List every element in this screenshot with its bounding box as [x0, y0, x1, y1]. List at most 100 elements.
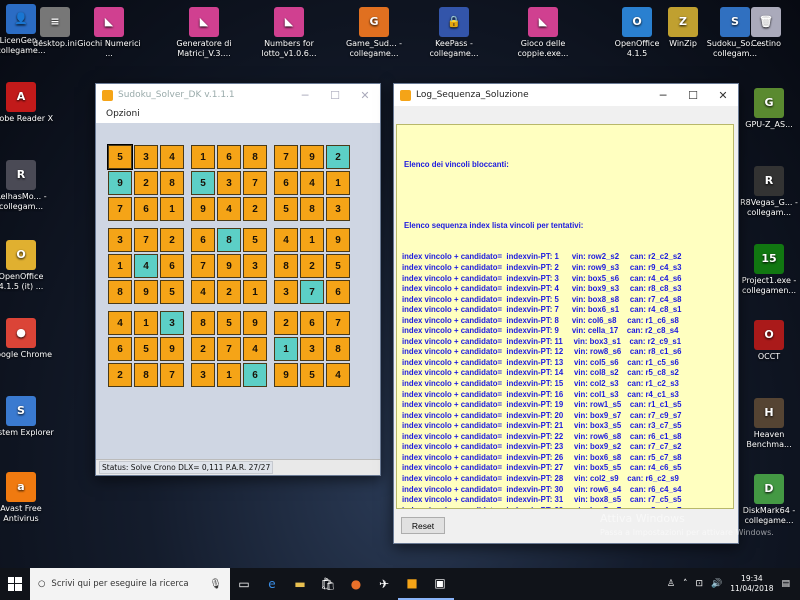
sudoku-cell[interactable]: 3 — [274, 280, 298, 304]
log-text-panel[interactable]: Elenco dei vincoli bloccanti: Elenco seq… — [396, 124, 734, 509]
sudoku-cell[interactable]: 8 — [274, 254, 298, 278]
volume-icon[interactable]: 🔊 — [711, 579, 722, 589]
sudoku-cell[interactable]: 2 — [160, 228, 184, 252]
sudoku-cell[interactable]: 9 — [134, 280, 158, 304]
notification-icon[interactable]: ▤ — [781, 579, 790, 589]
sudoku-cell[interactable]: 4 — [300, 171, 324, 195]
sudoku-cell[interactable]: 9 — [243, 311, 267, 335]
sudoku-cell[interactable]: 1 — [274, 337, 298, 361]
sudoku-cell[interactable]: 4 — [326, 363, 350, 387]
sudoku-cell[interactable]: 9 — [108, 171, 132, 195]
sudoku-cell[interactable]: 4 — [191, 280, 215, 304]
top-icons-desktop-icon[interactable]: ◣ Numbers for lotto_v1.0.6... — [256, 7, 322, 59]
maximize-button[interactable]: ☐ — [678, 84, 708, 106]
close-button[interactable]: ✕ — [708, 84, 738, 106]
sudoku-cell[interactable]: 9 — [274, 363, 298, 387]
top-icons-desktop-icon[interactable]: 🔒 KeePass - collegame... — [421, 7, 487, 59]
sudoku-cell[interactable]: 1 — [160, 197, 184, 221]
sudoku-cell[interactable]: 6 — [243, 363, 267, 387]
sudoku-cell[interactable]: 6 — [274, 171, 298, 195]
app-icon-1[interactable]: ✈ — [370, 568, 398, 600]
people-icon[interactable]: ♙ — [667, 579, 675, 589]
top-icons-desktop-icon[interactable]: ◣ Gioco delle coppie.exe... — [510, 7, 576, 59]
right-icons-desktop-icon[interactable]: O OCCT — [736, 320, 800, 362]
sudoku-cell[interactable]: 8 — [243, 145, 267, 169]
edge-icon[interactable]: e — [258, 568, 286, 600]
sudoku-cell[interactable]: 4 — [217, 197, 241, 221]
sudoku-cell[interactable]: 7 — [217, 337, 241, 361]
left-icons-desktop-icon[interactable]: A Adobe Reader X — [0, 82, 54, 124]
maximize-button[interactable]: ☐ — [320, 84, 350, 106]
minimize-button[interactable]: ─ — [290, 84, 320, 106]
sudoku-taskbar-icon[interactable]: ■ — [398, 568, 426, 600]
sudoku-cell[interactable]: 9 — [160, 337, 184, 361]
left-icons-desktop-icon[interactable]: a Avast Free Antivirus — [0, 472, 54, 524]
sudoku-cell[interactable]: 5 — [191, 171, 215, 195]
sudoku-cell[interactable]: 8 — [191, 311, 215, 335]
sudoku-cell[interactable]: 7 — [191, 254, 215, 278]
sudoku-cell[interactable]: 9 — [326, 228, 350, 252]
sudoku-cell[interactable]: 9 — [300, 145, 324, 169]
close-button[interactable]: ✕ — [350, 84, 380, 106]
top-icons-desktop-icon[interactable]: 🗑 Cestino — [733, 7, 799, 49]
sudoku-cell[interactable]: 4 — [160, 145, 184, 169]
sudoku-cell[interactable]: 7 — [134, 228, 158, 252]
sudoku-cell[interactable]: 8 — [300, 197, 324, 221]
top-icons-desktop-icon[interactable]: ◣ Giochi Numerici ... — [76, 7, 142, 59]
sudoku-cell[interactable]: 5 — [243, 228, 267, 252]
sudoku-cell[interactable]: 5 — [160, 280, 184, 304]
sudoku-cell[interactable]: 9 — [191, 197, 215, 221]
task-view-icon[interactable]: ▭ — [230, 568, 258, 600]
store-icon[interactable]: 🛍 — [314, 568, 342, 600]
sudoku-cell[interactable]: 6 — [326, 280, 350, 304]
sudoku-cell[interactable]: 3 — [217, 171, 241, 195]
sudoku-cell[interactable]: 5 — [274, 197, 298, 221]
sudoku-cell[interactable]: 2 — [191, 337, 215, 361]
sudoku-cell[interactable]: 4 — [274, 228, 298, 252]
sudoku-cell[interactable]: 2 — [217, 280, 241, 304]
sudoku-cell[interactable]: 6 — [191, 228, 215, 252]
sudoku-titlebar[interactable]: Sudoku_Solver_DK v.1.1.1 ─ ☐ ✕ — [96, 84, 380, 106]
sudoku-cell[interactable]: 3 — [243, 254, 267, 278]
sudoku-cell[interactable]: 3 — [326, 197, 350, 221]
sudoku-cell[interactable]: 2 — [274, 311, 298, 335]
log-taskbar-icon[interactable]: ▣ — [426, 568, 454, 600]
sudoku-cell[interactable]: 6 — [300, 311, 324, 335]
sudoku-cell[interactable]: 2 — [108, 363, 132, 387]
sudoku-cell[interactable]: 8 — [134, 363, 158, 387]
sudoku-cell[interactable]: 7 — [160, 363, 184, 387]
sudoku-cell[interactable]: 4 — [108, 311, 132, 335]
sudoku-cell[interactable]: 4 — [243, 337, 267, 361]
left-icons-desktop-icon[interactable]: O OpenOffice 4.1.5 (it) ... — [0, 240, 54, 292]
clock[interactable]: 19:34 11/04/2018 — [730, 574, 773, 594]
right-icons-desktop-icon[interactable]: 15 Project1.exe - collegamen... — [736, 244, 800, 296]
start-button[interactable] — [0, 568, 30, 600]
sudoku-cell[interactable]: 5 — [107, 144, 133, 170]
sudoku-cell[interactable]: 2 — [326, 145, 350, 169]
sudoku-cell[interactable]: 3 — [134, 145, 158, 169]
sudoku-cell[interactable]: 4 — [134, 254, 158, 278]
sudoku-cell[interactable]: 5 — [300, 363, 324, 387]
file-explorer-icon[interactable]: ▬ — [286, 568, 314, 600]
sudoku-cell[interactable]: 6 — [134, 197, 158, 221]
sudoku-cell[interactable]: 1 — [326, 171, 350, 195]
left-icons-desktop-icon[interactable]: S System Explorer — [0, 396, 54, 438]
sudoku-cell[interactable]: 5 — [326, 254, 350, 278]
sudoku-cell[interactable]: 3 — [108, 228, 132, 252]
sudoku-cell[interactable]: 5 — [217, 311, 241, 335]
sudoku-cell[interactable]: 6 — [217, 145, 241, 169]
sudoku-cell[interactable]: 8 — [160, 171, 184, 195]
network-icon[interactable]: ⊡ — [695, 579, 703, 589]
microphone-icon[interactable]: 🎙 — [209, 579, 222, 590]
top-icons-desktop-icon[interactable]: G Game_Sud... - collegame... — [341, 7, 407, 59]
minimize-button[interactable]: ─ — [648, 84, 678, 106]
menu-opzioni[interactable]: Opzioni — [106, 109, 140, 119]
top-icons-desktop-icon[interactable]: ◣ Generatore di Matrici_V.3.... — [171, 7, 237, 59]
sudoku-cell[interactable]: 1 — [217, 363, 241, 387]
sudoku-cell[interactable]: 7 — [108, 197, 132, 221]
log-titlebar[interactable]: Log_Sequenza_Soluzione ─ ☐ ✕ — [394, 84, 738, 106]
sudoku-cell[interactable]: 2 — [134, 171, 158, 195]
sudoku-cell[interactable]: 3 — [160, 311, 184, 335]
sudoku-cell[interactable]: 1 — [134, 311, 158, 335]
chevron-up-icon[interactable]: ˄ — [683, 579, 688, 589]
